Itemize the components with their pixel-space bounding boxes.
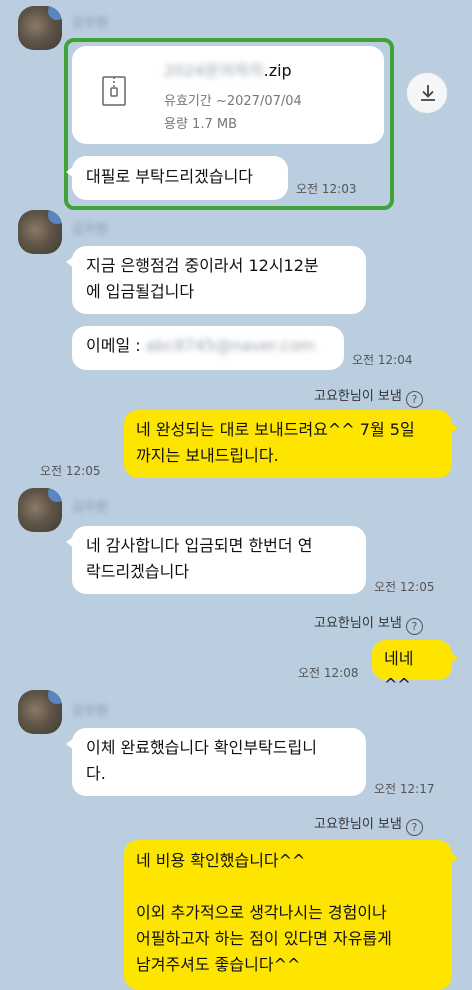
message-line: 네 감사합니다 입금되면 한번더 연 — [86, 536, 313, 555]
sent-by-label: 고요한님이 보냄? — [314, 813, 423, 836]
message-line: 네 완성되는 대로 보내드려요^^ 7월 5일 — [136, 420, 415, 439]
avatar[interactable] — [18, 6, 62, 50]
sent-by-text: 고요한님이 보냄 — [314, 616, 402, 631]
help-circle-icon[interactable]: ? — [405, 618, 423, 635]
message-line: 남겨주셔도 좋습니다^^ — [136, 955, 301, 974]
file-expiry: 유효기간 ~2027/07/04 — [164, 94, 302, 109]
file-extension: .zip — [263, 61, 292, 80]
message-time: 오전 12:03 — [296, 182, 357, 196]
message-bubble[interactable]: 대필로 부탁드리겠습니다 — [66, 156, 288, 200]
sent-by-text: 고요한님이 보냄 — [314, 389, 402, 404]
help-circle-icon[interactable]: ? — [405, 819, 423, 836]
sent-by-label: 고요한님이 보냄? — [314, 612, 423, 635]
sender-name: 김우원 — [72, 16, 108, 31]
download-button[interactable] — [406, 72, 448, 114]
message-line: 지금 은행점검 중이라서 12시12분 — [86, 256, 319, 275]
message-time: 오전 12:05 — [40, 464, 101, 478]
sender-name: 김우원 — [72, 222, 108, 237]
message-bubble[interactable]: 이체 완료했습니다 확인부탁드립니 다. — [66, 728, 366, 796]
message-line: 까지는 보내드립니다. — [136, 446, 279, 465]
message-line: 락드리겠습니다 — [86, 562, 190, 581]
message-line: 어필하고자 하는 점이 있다면 자유롭게 — [136, 929, 392, 948]
message-time: 오전 12:04 — [352, 353, 413, 367]
message-bubble[interactable]: 지금 은행점검 중이라서 12시12분 에 입금될겁니다 — [66, 246, 366, 314]
avatar[interactable] — [18, 210, 62, 254]
download-icon — [421, 85, 435, 101]
message-bubble[interactable]: 네네^^ — [372, 640, 458, 694]
avatar[interactable] — [18, 690, 62, 734]
message-time: 오전 12:08 — [298, 666, 359, 680]
email-blurred: abc8745@naver.com — [145, 336, 315, 355]
message-line: 이체 완료했습니다 확인부탁드립니 — [86, 738, 317, 757]
sent-by-label: 고요한님이 보냄? — [314, 385, 423, 408]
message-line: 이외 추가적으로 생각나시는 경험이나 — [136, 903, 387, 922]
message-bubble[interactable]: 이메일 : abc8745@naver.com — [72, 326, 344, 370]
message-bubble[interactable]: 네 비용 확인했습니다^^ 이외 추가적으로 생각나시는 경험이나 어필하고자 … — [124, 840, 458, 990]
message-line: 네 비용 확인했습니다^^ — [136, 851, 306, 870]
message-bubble[interactable]: 네 감사합니다 입금되면 한번더 연 락드리겠습니다 — [66, 526, 366, 594]
file-name: 2024문의하자.zip — [164, 57, 292, 81]
file-attachment-card[interactable]: 2024문의하자.zip 유효기간 ~2027/07/04 용량 1.7 MB — [72, 46, 384, 144]
message-line: 에 입금될겁니다 — [86, 282, 195, 301]
avatar[interactable] — [18, 488, 62, 532]
sender-name: 김우원 — [72, 500, 108, 515]
file-name-blurred: 2024문의하자 — [164, 61, 264, 80]
message-time: 오전 12:17 — [374, 782, 435, 796]
email-label: 이메일 : — [86, 336, 141, 355]
help-circle-icon[interactable]: ? — [405, 391, 423, 408]
message-line: 다. — [86, 764, 106, 783]
file-zip-icon — [102, 76, 126, 106]
sent-by-text: 고요한님이 보냄 — [314, 817, 402, 832]
message-time: 오전 12:05 — [374, 580, 435, 594]
sender-name: 김우원 — [72, 704, 108, 719]
message-bubble[interactable]: 네 완성되는 대로 보내드려요^^ 7월 5일 까지는 보내드립니다. — [124, 410, 458, 478]
file-size: 용량 1.7 MB — [164, 117, 237, 132]
